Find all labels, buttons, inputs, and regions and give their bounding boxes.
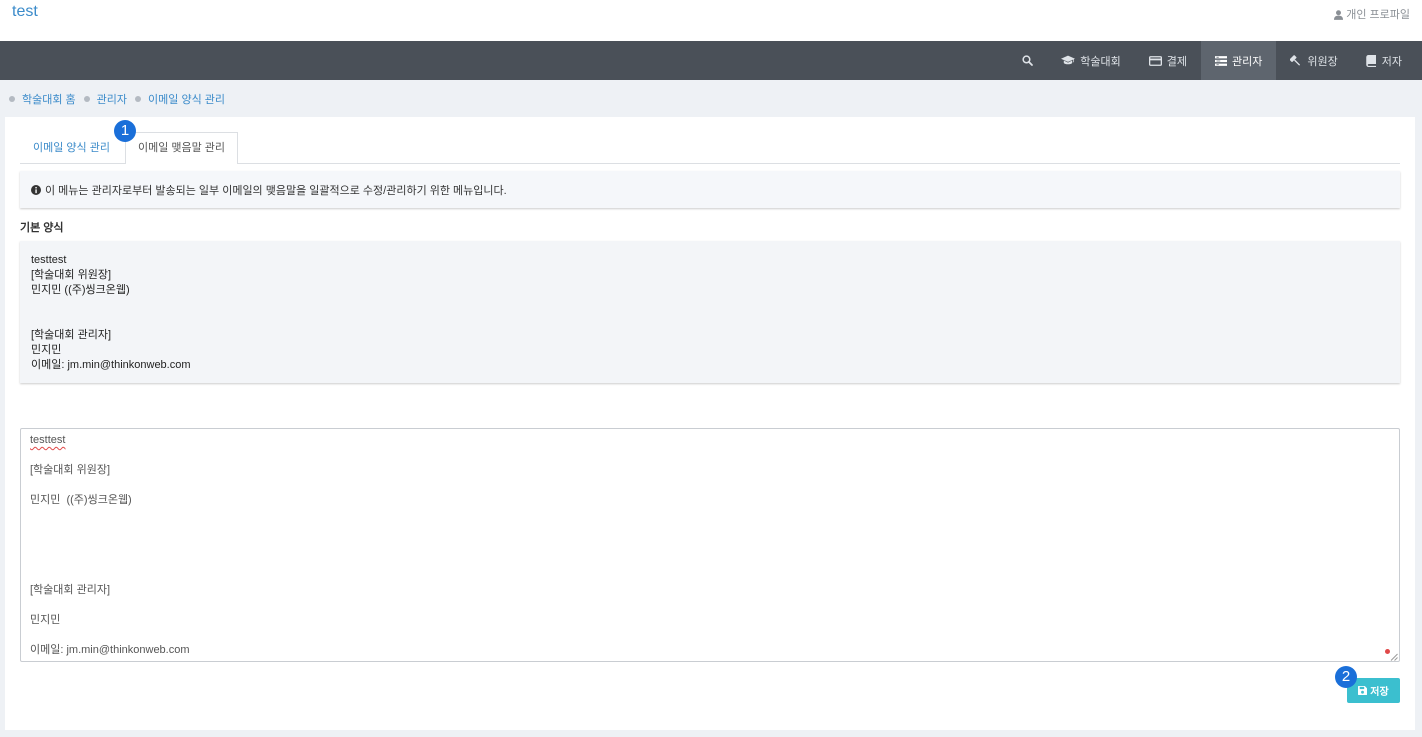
breadcrumb-dot (135, 95, 142, 102)
default-template-line: 이메일: jm.min@thinkonweb.com (31, 359, 191, 371)
nav-item-label: 결제 (1166, 55, 1187, 68)
breadcrumb-dot (9, 95, 15, 102)
editor-line: 민지민 ((주)씽크온웹) (30, 494, 132, 506)
nav-item-label: 관리자 (1232, 55, 1263, 68)
graduation-cap-icon (1061, 55, 1076, 66)
default-template-line: testtest (31, 254, 67, 266)
credit-card-icon (1148, 55, 1162, 66)
breadcrumb-label: 관리자 (96, 93, 128, 106)
nav-item-label: 학술대회 (1080, 55, 1121, 68)
info-notice: 이 메뉴는 관리자로부터 발송되는 일부 이메일의 맺음말을 일괄적으로 수정/… (20, 171, 1400, 208)
nav-item-author[interactable]: 저자 (1352, 41, 1416, 80)
top-header: test 개인 프로파일 (0, 0, 1422, 41)
default-template-line: 민지민 (31, 344, 62, 356)
nav-item-label: 위원장 (1307, 55, 1338, 68)
misspelled-word: testtest (30, 434, 66, 446)
main-navbar: 학술대회 결제 관리자 위원장 저자 (0, 41, 1422, 80)
editor-line: testtest (30, 433, 1390, 448)
editor-line (30, 523, 1390, 538)
nav-item-payment[interactable]: 결제 (1135, 41, 1201, 80)
nav-item-admin[interactable]: 관리자 (1201, 41, 1277, 80)
info-text: 이 메뉴는 관리자로부터 발송되는 일부 이메일의 맺음말을 일괄적으로 수정/… (45, 184, 507, 197)
default-template-heading: 기본 양식 (20, 222, 64, 234)
editor-line (30, 553, 1390, 568)
tab-bar: 이메일 양식 관리 이메일 맺음말 관리 (20, 132, 1400, 164)
editor-line: 민지민 (30, 614, 61, 626)
book-icon (1366, 54, 1377, 67)
breadcrumb: 학술대회 홈 관리자 이메일 양식 관리 (9, 80, 233, 117)
closing-text-editor[interactable]: testtest [학술대회 위원장] 민지민 ((주)씽크온웹) [학술대회 … (20, 428, 1400, 662)
nav-item-search[interactable] (1008, 41, 1047, 80)
content-panel: 이메일 양식 관리 이메일 맺음말 관리 이 메뉴는 관리자로부터 발송되는 일… (5, 117, 1415, 730)
save-button-label: 저장 (1370, 687, 1389, 698)
gavel-icon (1290, 54, 1302, 67)
editor-line: [학술대회 관리자] (30, 584, 111, 596)
breadcrumb-item-home[interactable]: 학술대회 홈 (9, 91, 76, 107)
breadcrumb-dot (83, 95, 90, 102)
nav-item-conference[interactable]: 학술대회 (1047, 41, 1134, 80)
breadcrumb-item-email-templates[interactable]: 이메일 양식 관리 (135, 91, 225, 107)
site-title[interactable]: test (12, 2, 38, 22)
annotation-badge-2: 2 (1335, 666, 1357, 688)
default-template-line: [학술대회 관리자] (31, 329, 112, 341)
user-icon (1334, 10, 1344, 20)
default-template-line: [학술대회 위원장] (31, 269, 112, 281)
list-icon (1215, 55, 1227, 66)
resize-handle[interactable] (1390, 652, 1398, 661)
profile-label: 개인 프로파일 (1346, 9, 1410, 21)
editor-line: 이메일: jm.min@thinkonweb.com (30, 644, 190, 656)
nav-item-label: 저자 (1381, 55, 1402, 68)
editor-line: [학술대회 위원장] (30, 464, 111, 476)
nav-item-chair[interactable]: 위원장 (1276, 41, 1351, 80)
tab-email-templates[interactable]: 이메일 양식 관리 (20, 132, 123, 163)
search-icon (1022, 55, 1034, 66)
save-icon (1358, 686, 1368, 695)
default-template-line (31, 298, 1389, 313)
default-template-preview: testtest [학술대회 위원장] 민지민 ((주)씽크온웹) [학술대회 … (20, 241, 1400, 383)
info-circle-icon (31, 184, 41, 195)
breadcrumb-label: 이메일 양식 관리 (148, 93, 225, 106)
profile-link[interactable]: 개인 프로파일 (1334, 8, 1410, 22)
breadcrumb-label: 학술대회 홈 (22, 93, 76, 106)
breadcrumb-item-admin[interactable]: 관리자 (83, 91, 128, 107)
default-template-line: 민지민 ((주)씽크온웹) (31, 284, 130, 296)
tab-email-closing[interactable]: 이메일 맺음말 관리 (124, 132, 239, 164)
annotation-badge-1: 1 (114, 120, 136, 142)
default-template-line (31, 313, 1389, 328)
